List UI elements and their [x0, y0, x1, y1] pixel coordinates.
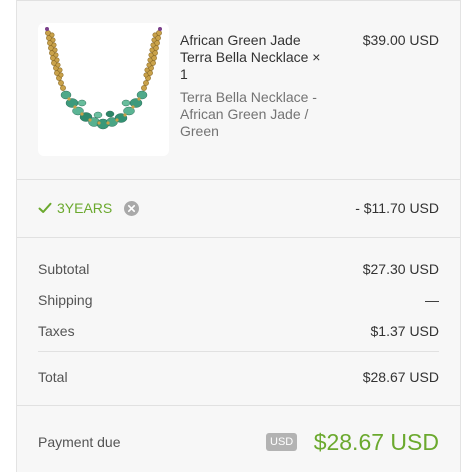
currency-badge: USD	[266, 433, 298, 451]
taxes-value: $1.37 USD	[370, 323, 439, 339]
discount-amount: - $11.70 USD	[355, 200, 439, 216]
taxes-row: Taxes $1.37 USD	[38, 322, 439, 340]
product-title: African Green Jade Terra Bella Necklace	[180, 32, 309, 65]
payment-due-amount: $28.67 USD	[313, 429, 439, 455]
total-label: Total	[38, 369, 68, 385]
product-price: $39.00 USD	[362, 32, 439, 48]
payment-due-section: Payment due USD $28.67 USD	[17, 406, 460, 472]
totals-divider	[38, 351, 439, 352]
totals-section: Subtotal $27.30 USD Shipping — Taxes $1.…	[17, 238, 460, 406]
taxes-label: Taxes	[38, 323, 75, 339]
product-variant: Terra Bella Necklace - African Green Jad…	[180, 89, 317, 139]
order-summary-panel: African Green Jade Terra Bella Necklace …	[16, 0, 461, 472]
necklace-image	[45, 27, 162, 130]
subtotal-row: Subtotal $27.30 USD	[38, 260, 439, 278]
payment-due-label: Payment due	[38, 434, 121, 450]
product-line: African Green Jade Terra Bella Necklace …	[17, 0, 460, 180]
shipping-value: —	[425, 292, 439, 308]
product-name: African Green Jade Terra Bella Necklace …	[180, 32, 330, 83]
subtotal-label: Subtotal	[38, 261, 90, 277]
discount-line: 3YEARS - $11.70 USD	[17, 179, 460, 238]
shipping-row: Shipping —	[38, 291, 439, 309]
shipping-label: Shipping	[38, 292, 93, 308]
total-row: Total $28.67 USD	[38, 368, 439, 386]
subtotal-value: $27.30 USD	[362, 261, 439, 277]
discount-code: 3YEARS	[57, 200, 113, 216]
product-thumbnail	[38, 23, 169, 156]
remove-discount-icon[interactable]	[124, 200, 140, 216]
total-value: $28.67 USD	[362, 369, 439, 385]
check-icon	[38, 202, 52, 213]
discount-tag: 3YEARS	[38, 199, 140, 217]
